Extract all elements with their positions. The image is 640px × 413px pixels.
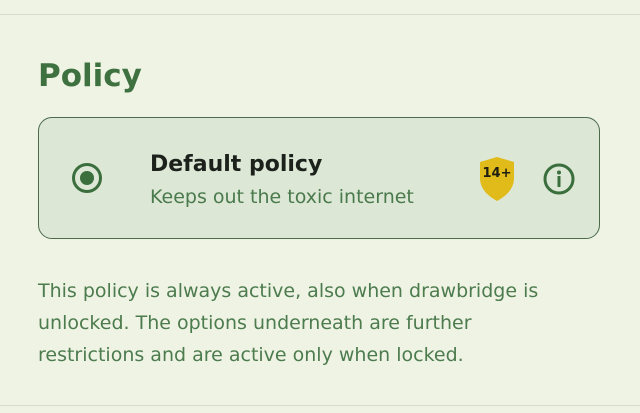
policy-name: Default policy	[150, 152, 323, 177]
radio-dot	[80, 171, 94, 185]
default-policy-card[interactable]: Default policy Keeps out the toxic inter…	[38, 117, 600, 239]
policy-explanation: This policy is always active, also when …	[38, 280, 539, 366]
age-rating-badge: 14+	[478, 156, 516, 202]
info-button[interactable]	[543, 163, 575, 195]
info-circle-icon	[543, 163, 575, 195]
radio-selected-icon[interactable]	[72, 163, 102, 193]
policy-description: Keeps out the toxic internet	[150, 186, 414, 208]
bottom-divider	[0, 405, 640, 406]
top-divider	[0, 14, 640, 15]
section-title: Policy	[38, 58, 142, 94]
age-rating-label: 14+	[482, 166, 512, 181]
